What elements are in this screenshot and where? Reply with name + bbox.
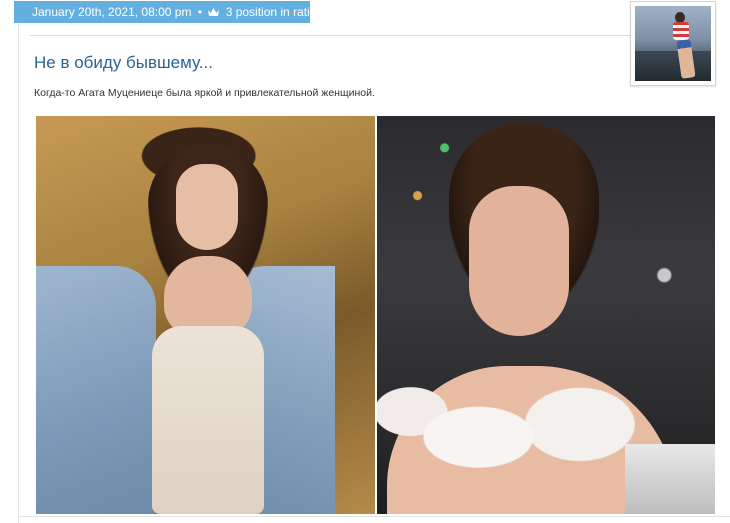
rating-position[interactable]: 3 position in rating [226, 5, 323, 19]
post-title[interactable]: Не в обиду бывшему... [34, 53, 213, 73]
post-date: January 20th, 2021, 08:00 pm [32, 5, 192, 19]
meta-separator: • [197, 5, 202, 19]
crown-icon [208, 8, 220, 16]
header-divider [30, 35, 630, 36]
page: January 20th, 2021, 08:00 pm • 3 positio… [0, 0, 730, 523]
post-photo-left[interactable] [36, 116, 375, 514]
post-lead: Когда-то Агата Муцениеце была яркой и пр… [34, 87, 375, 99]
post-meta-bar: January 20th, 2021, 08:00 pm • 3 positio… [14, 1, 323, 23]
author-thumbnail[interactable] [630, 1, 716, 86]
bottom-divider [18, 516, 730, 517]
thumbnail-image [635, 6, 711, 81]
post-photo-right[interactable] [377, 116, 715, 514]
